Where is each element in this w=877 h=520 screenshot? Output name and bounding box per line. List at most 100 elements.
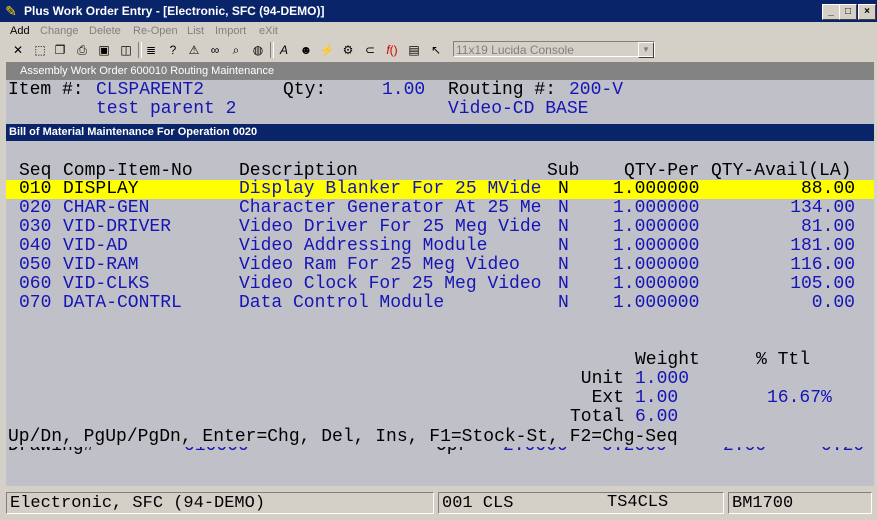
row-comp-item[interactable]: VID-CLKS (63, 275, 149, 294)
list-icon[interactable]: ≣ (143, 42, 159, 58)
row-seq[interactable]: 050 (19, 256, 51, 275)
row-seq[interactable]: 030 (19, 218, 51, 237)
routing-number[interactable]: 200-V (569, 81, 623, 100)
status-user: 001 CLS (438, 492, 724, 514)
ext-weight: 1.00 (635, 388, 679, 408)
close-button[interactable]: × (858, 4, 876, 20)
unit-label: Unit (580, 369, 624, 389)
menu-add[interactable]: Add (10, 25, 30, 38)
qty-label: Qty: (283, 80, 327, 100)
print-icon[interactable]: ⎙ (74, 42, 90, 58)
row-seq[interactable]: 040 (19, 237, 51, 256)
menu-exit[interactable]: eXit (259, 25, 278, 38)
toolbar: ✕ ⬚ ❐ ⎙ ▣ ◫ ≣ ? ⚠ ∞ ⌕ ◍ A ☻ ⚡ ⚙ ⊂ f() ▤ … (0, 40, 877, 60)
menu-delete[interactable]: Delete (89, 25, 121, 38)
row-qty-per[interactable]: 1.000000 (613, 237, 699, 256)
background-value-2: 0.2000 (602, 447, 667, 456)
row-seq[interactable]: 060 (19, 275, 51, 294)
row-comp-item[interactable]: VID-DRIVER (63, 218, 171, 237)
help-line: Up/Dn, PgUp/PgDn, Enter=Chg, Del, Ins, F… (8, 427, 678, 447)
row-qty-per[interactable]: 1.000000 (613, 218, 699, 237)
row-sub[interactable]: N (558, 275, 569, 294)
opr-label: Opr (436, 447, 468, 456)
drawing-label: Drawing# (8, 447, 94, 456)
bom-header: Bill of Material Maintenance For Operati… (6, 124, 874, 141)
status-company: Electronic, SFC (94-DEMO) (6, 492, 434, 514)
row-seq[interactable]: 010 (19, 180, 51, 199)
background-value-4: 0.20 (821, 447, 864, 456)
routing-header-text: Assembly Work Order 600010 Routing Maint… (20, 65, 275, 77)
pointer-help-icon[interactable]: ↖ (428, 42, 444, 58)
row-sub[interactable]: N (558, 256, 569, 275)
row-qty-per[interactable]: 1.000000 (613, 180, 699, 199)
row-qty-avail[interactable]: 0.00 (812, 294, 855, 313)
help-icon[interactable]: ? (165, 42, 181, 58)
toolbar-separator (138, 42, 142, 58)
link-icon[interactable]: ⊂ (362, 42, 378, 58)
row-qty-avail[interactable]: 134.00 (790, 199, 855, 218)
row-sub[interactable]: N (558, 180, 569, 199)
notes-icon[interactable]: ▤ (406, 42, 422, 58)
row-qty-per[interactable]: 1.000000 (613, 275, 699, 294)
row-qty-per[interactable]: 1.000000 (613, 199, 699, 218)
binoculars-icon[interactable]: ∞ (207, 42, 223, 58)
row-description[interactable]: Video Addressing Module (239, 237, 487, 256)
routing-header: Assembly Work Order 600010 Routing Maint… (6, 62, 874, 80)
row-description[interactable]: Video Driver For 25 Meg Vide (239, 218, 541, 237)
row-description[interactable]: Character Generator At 25 Me (239, 199, 541, 218)
font-select[interactable]: 11x19 Lucida Console ▼ (453, 41, 655, 58)
row-description[interactable]: Video Clock For 25 Meg Video (239, 275, 541, 294)
item-number[interactable]: CLSPARENT2 (96, 81, 204, 100)
item-description: test parent 2 (96, 99, 237, 119)
row-comp-item[interactable]: VID-AD (63, 237, 128, 256)
row-qty-per[interactable]: 1.000000 (613, 256, 699, 275)
row-seq[interactable]: 020 (19, 199, 51, 218)
row-description[interactable]: Data Control Module (239, 294, 444, 313)
search-icon[interactable]: ⌕ (228, 42, 244, 58)
row-sub[interactable]: N (558, 199, 569, 218)
row-qty-avail[interactable]: 81.00 (801, 218, 855, 237)
copy-icon[interactable]: ❐ (52, 42, 68, 58)
status-program: BM1700 (728, 492, 872, 514)
qty-value[interactable]: 1.00 (382, 81, 425, 100)
save-icon[interactable]: ▣ (96, 42, 112, 58)
minimize-button[interactable]: _ (822, 4, 840, 20)
row-qty-avail[interactable]: 116.00 (790, 256, 855, 275)
menu-import[interactable]: Import (215, 25, 246, 38)
row-comp-item[interactable]: DISPLAY (63, 180, 139, 199)
warning-icon[interactable]: ⚠ (186, 42, 202, 58)
menu-change[interactable]: Change (40, 25, 79, 38)
row-qty-avail[interactable]: 181.00 (790, 237, 855, 256)
function-icon[interactable]: f() (384, 42, 400, 58)
menu-list[interactable]: List (187, 25, 204, 38)
row-seq[interactable]: 070 (19, 294, 51, 313)
row-description[interactable]: Video Ram For 25 Meg Video (239, 256, 520, 275)
globe-icon[interactable]: ◍ (250, 42, 266, 58)
chevron-down-icon[interactable]: ▼ (638, 42, 654, 58)
macro-icon[interactable]: ⚙ (340, 42, 356, 58)
italic-icon[interactable]: A (276, 42, 292, 58)
row-comp-item[interactable]: CHAR-GEN (63, 199, 149, 218)
ext-label: Ext (591, 388, 624, 408)
row-sub[interactable]: N (558, 294, 569, 313)
user-icon[interactable]: ☻ (298, 42, 314, 58)
routing-label: Routing #: (448, 80, 557, 100)
row-sub[interactable]: N (558, 237, 569, 256)
row-qty-per[interactable]: 1.000000 (613, 294, 699, 313)
bom-header-text: Bill of Material Maintenance For Operati… (9, 126, 258, 138)
menu-reopen[interactable]: Re-Open (133, 25, 178, 38)
percent-total-label: % Ttl (756, 350, 811, 370)
row-qty-avail[interactable]: 105.00 (790, 275, 855, 294)
select-icon[interactable]: ⬚ (32, 42, 48, 58)
app-icon[interactable]: ✎ (3, 3, 19, 19)
close-x-icon[interactable]: ✕ (10, 42, 26, 58)
row-comp-item[interactable]: DATA-CONTRL (63, 294, 182, 313)
lightning-icon[interactable]: ⚡ (319, 42, 335, 58)
window-icon[interactable]: ◫ (118, 42, 134, 58)
maximize-button[interactable]: □ (839, 4, 857, 20)
row-comp-item[interactable]: VID-RAM (63, 256, 139, 275)
row-description[interactable]: Display Blanker For 25 MVide (239, 180, 541, 199)
toolbar-separator (270, 42, 274, 58)
row-sub[interactable]: N (558, 218, 569, 237)
row-qty-avail[interactable]: 88.00 (801, 180, 855, 199)
